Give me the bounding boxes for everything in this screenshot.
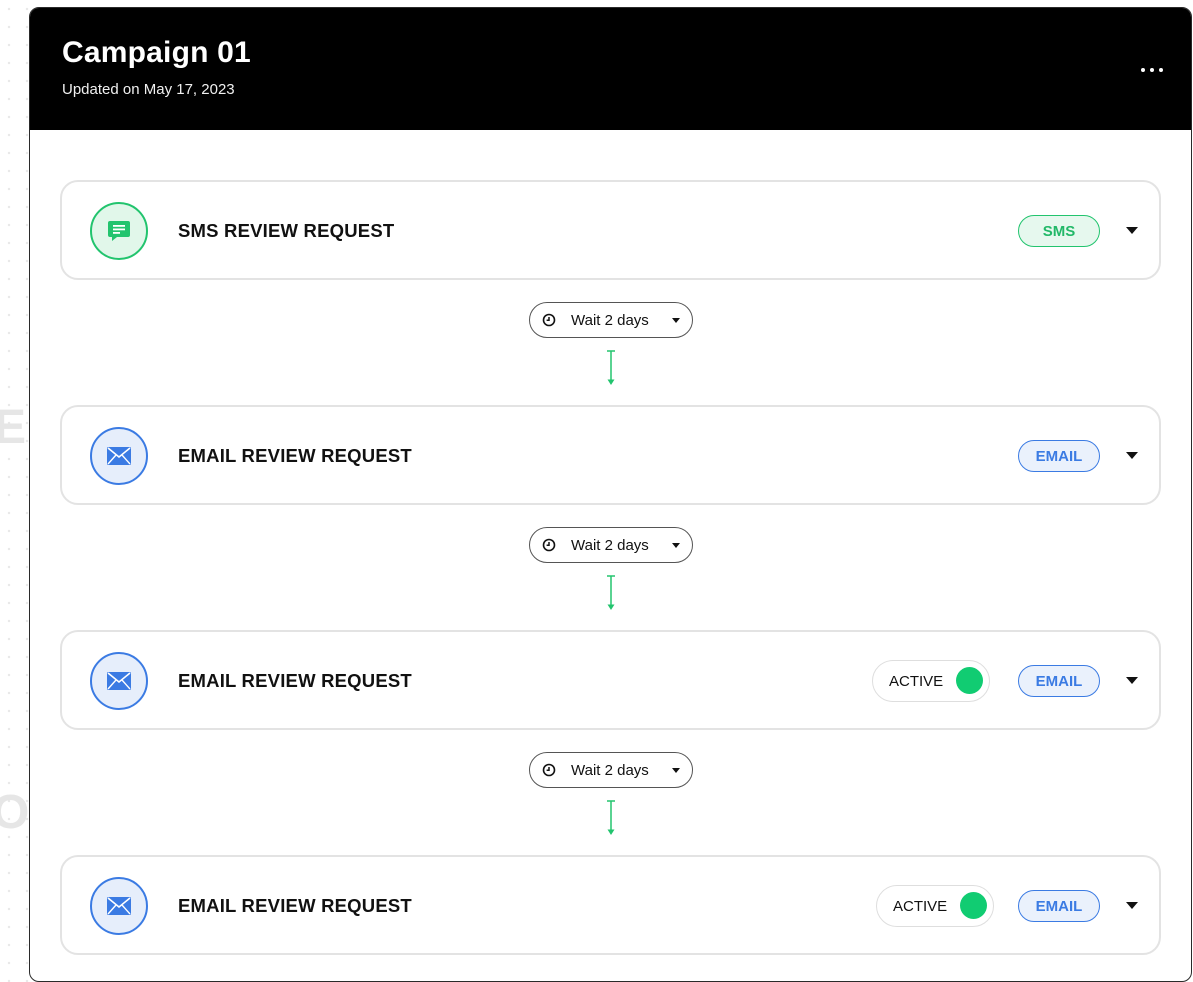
wait-dropdown[interactable]: Wait 2 days (529, 302, 693, 338)
wait-dropdown[interactable]: Wait 2 days (529, 527, 693, 563)
mail-icon (90, 652, 148, 710)
wait-label: Wait 2 days (571, 536, 649, 554)
chevron-down-icon (672, 318, 680, 323)
campaign-step-email[interactable]: EMAIL REVIEW REQUEST EMAIL (60, 405, 1161, 505)
mail-icon (90, 427, 148, 485)
background-decoration: E (0, 401, 27, 454)
clock-icon (541, 312, 557, 328)
background-decoration: O (0, 786, 30, 839)
campaign-card: Campaign 01 Updated on May 17, 2023 SMS … (29, 7, 1192, 982)
expand-caret-icon[interactable] (1126, 677, 1138, 684)
connector-arrow (607, 350, 615, 385)
connector-arrow (607, 800, 615, 835)
clock-icon (541, 762, 557, 778)
expand-caret-icon[interactable] (1126, 452, 1138, 459)
mail-icon (90, 877, 148, 935)
active-label: ACTIVE (893, 897, 948, 915)
campaign-header: Campaign 01 Updated on May 17, 2023 (30, 8, 1191, 130)
step-title: EMAIL REVIEW REQUEST (178, 895, 412, 916)
channel-badge-sms: SMS (1018, 215, 1100, 247)
more-options-icon[interactable] (1141, 68, 1163, 72)
chat-icon (90, 202, 148, 260)
channel-badge-email: EMAIL (1018, 665, 1100, 697)
campaign-step-sms[interactable]: SMS REVIEW REQUEST SMS (60, 180, 1161, 280)
expand-caret-icon[interactable] (1126, 902, 1138, 909)
step-title: EMAIL REVIEW REQUEST (178, 445, 412, 466)
connector-arrow (607, 575, 615, 610)
active-toggle[interactable]: ACTIVE (872, 660, 990, 702)
active-label: ACTIVE (889, 672, 944, 690)
campaign-step-email[interactable]: EMAIL REVIEW REQUEST ACTIVE EMAIL (60, 855, 1161, 955)
wait-dropdown[interactable]: Wait 2 days (529, 752, 693, 788)
expand-caret-icon[interactable] (1126, 227, 1138, 234)
toggle-knob (960, 892, 987, 919)
step-title: SMS REVIEW REQUEST (178, 220, 395, 241)
updated-date: Updated on May 17, 2023 (62, 81, 235, 98)
wait-label: Wait 2 days (571, 761, 649, 779)
toggle-knob (956, 667, 983, 694)
channel-badge-email: EMAIL (1018, 890, 1100, 922)
chevron-down-icon (672, 543, 680, 548)
wait-label: Wait 2 days (571, 311, 649, 329)
step-title: EMAIL REVIEW REQUEST (178, 670, 412, 691)
campaign-title: Campaign 01 (62, 36, 251, 69)
channel-badge-email: EMAIL (1018, 440, 1100, 472)
active-toggle[interactable]: ACTIVE (876, 885, 994, 927)
chevron-down-icon (672, 768, 680, 773)
clock-icon (541, 537, 557, 553)
campaign-step-email[interactable]: EMAIL REVIEW REQUEST ACTIVE EMAIL (60, 630, 1161, 730)
